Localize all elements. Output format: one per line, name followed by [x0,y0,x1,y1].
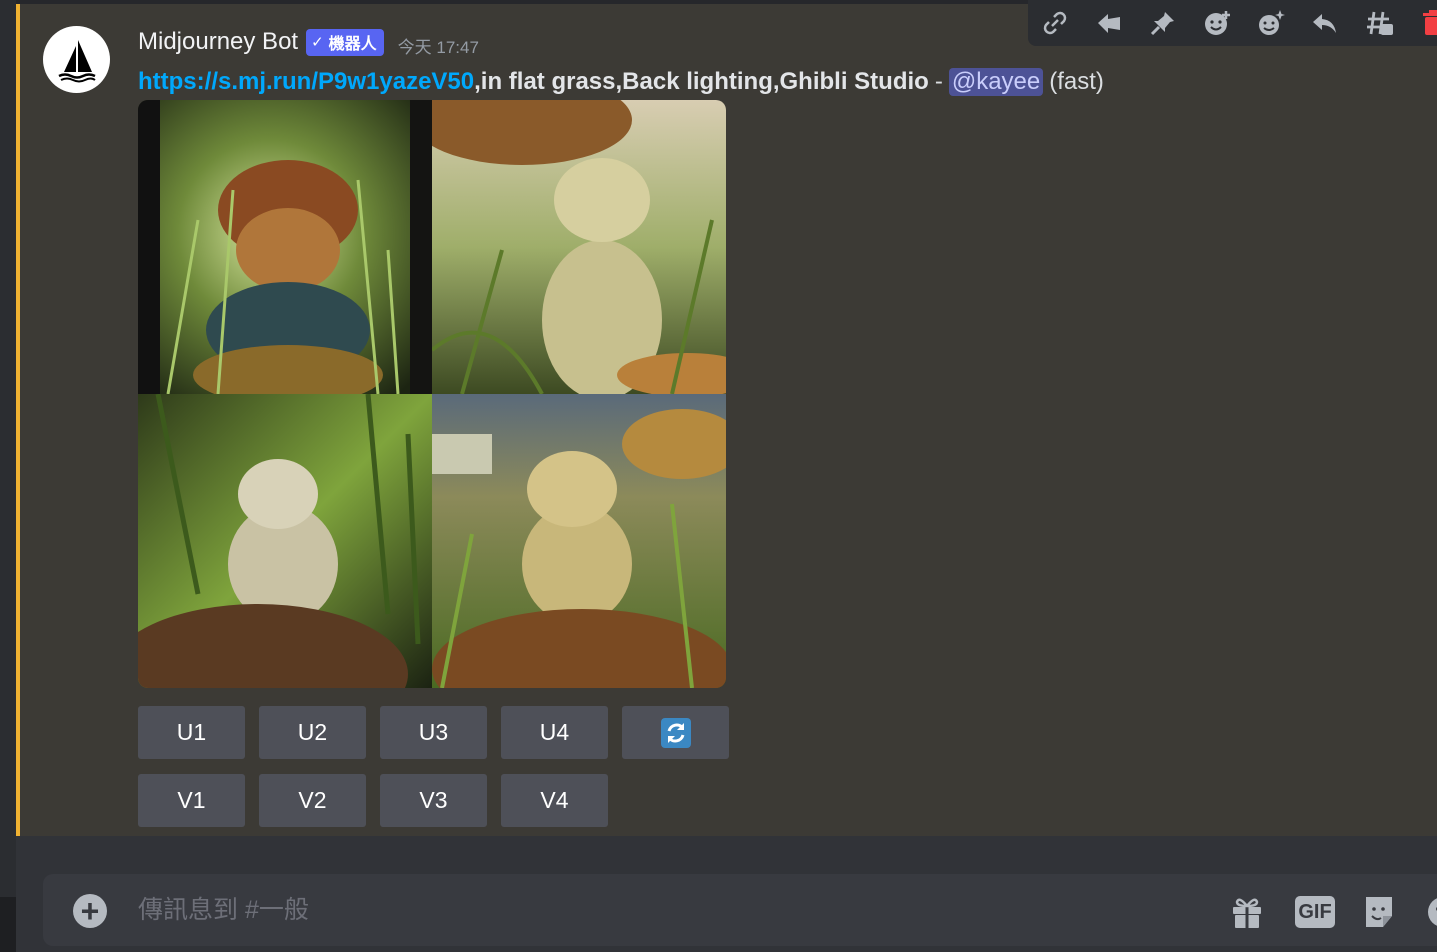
gift-icon [1233,898,1261,928]
verified-check-icon: ✓ [311,33,324,51]
attach-plus-button[interactable]: + [73,894,107,928]
username[interactable]: Midjourney Bot [138,28,298,56]
variation-button-4[interactable]: V4 [501,774,608,827]
variation-button-2[interactable]: V2 [259,774,366,827]
message-composer[interactable]: + 傳訊息到 #一般 GIF [43,874,1437,946]
upscale-button-1[interactable]: U1 [138,706,245,759]
variation-button-3[interactable]: V3 [380,774,487,827]
delete-button[interactable] [1406,0,1437,46]
reply-button[interactable] [1298,0,1352,46]
gif-button[interactable]: GIF [1295,896,1335,928]
image-tile-4[interactable] [432,394,726,688]
image-tile-2[interactable] [432,100,726,394]
user-mention[interactable]: @kayee [948,68,1044,96]
upscale-button-4[interactable]: U4 [501,706,608,759]
image-tile-1[interactable] [138,100,432,394]
forward-icon [1098,14,1120,33]
create-thread-icon [1367,11,1393,35]
forward-button[interactable] [1082,0,1136,46]
delete-icon [1423,10,1437,35]
super-reaction-button[interactable] [1244,0,1298,46]
add-reaction-icon [1205,11,1230,35]
pin-button[interactable] [1136,0,1190,46]
emoji-icon [1428,898,1437,926]
reroll-button[interactable] [622,706,729,759]
image-grid[interactable] [138,100,726,688]
speed-label: (fast) [1049,68,1104,95]
reply-icon [1313,14,1336,33]
mention-highlight-bar [16,4,20,836]
message-content: https://s.mj.run/P9w1yazeV50 ,in flat gr… [138,64,1104,100]
sailboat-logo-icon [57,39,96,82]
refresh-icon [660,717,691,748]
left-rail [0,0,16,952]
timestamp[interactable]: 今天 17:47 [398,33,479,58]
prompt-text: ,in flat grass,Back lighting,Ghibli Stud… [474,68,929,95]
link-icon [1043,11,1067,35]
separator: - [934,68,943,95]
message-toolbar [1028,0,1437,46]
avatar[interactable] [43,26,110,93]
upscale-button-3[interactable]: U3 [380,706,487,759]
super-reaction-icon [1259,10,1285,35]
upscale-button-2[interactable]: U2 [259,706,366,759]
emoji-button[interactable] [1423,892,1437,932]
composer-area: + 傳訊息到 #一般 GIF [16,836,1437,952]
rail-bottom [0,897,16,952]
variation-button-1[interactable]: V1 [138,774,245,827]
message-header: Midjourney Bot ✓ 機器人 今天 17:47 [138,26,479,58]
bot-tag-label: 機器人 [328,35,377,53]
bot-tag: ✓ 機器人 [306,28,384,56]
bot-message[interactable]: Midjourney Bot ✓ 機器人 今天 17:47 https://s.… [16,0,1437,836]
discord-chat-view: Midjourney Bot ✓ 機器人 今天 17:47 https://s.… [0,0,1437,952]
add-reaction-button[interactable] [1190,0,1244,46]
message-input[interactable]: 傳訊息到 #一般 [138,892,309,928]
image-link[interactable]: https://s.mj.run/P9w1yazeV50 [138,68,474,96]
create-thread-button[interactable] [1352,0,1406,46]
sticker-button[interactable] [1359,892,1399,932]
gift-button[interactable] [1227,892,1267,932]
sticker-icon [1366,897,1392,927]
image-tile-3[interactable] [138,394,432,688]
copy-link-button[interactable] [1028,0,1082,46]
pin-icon [1150,12,1174,36]
